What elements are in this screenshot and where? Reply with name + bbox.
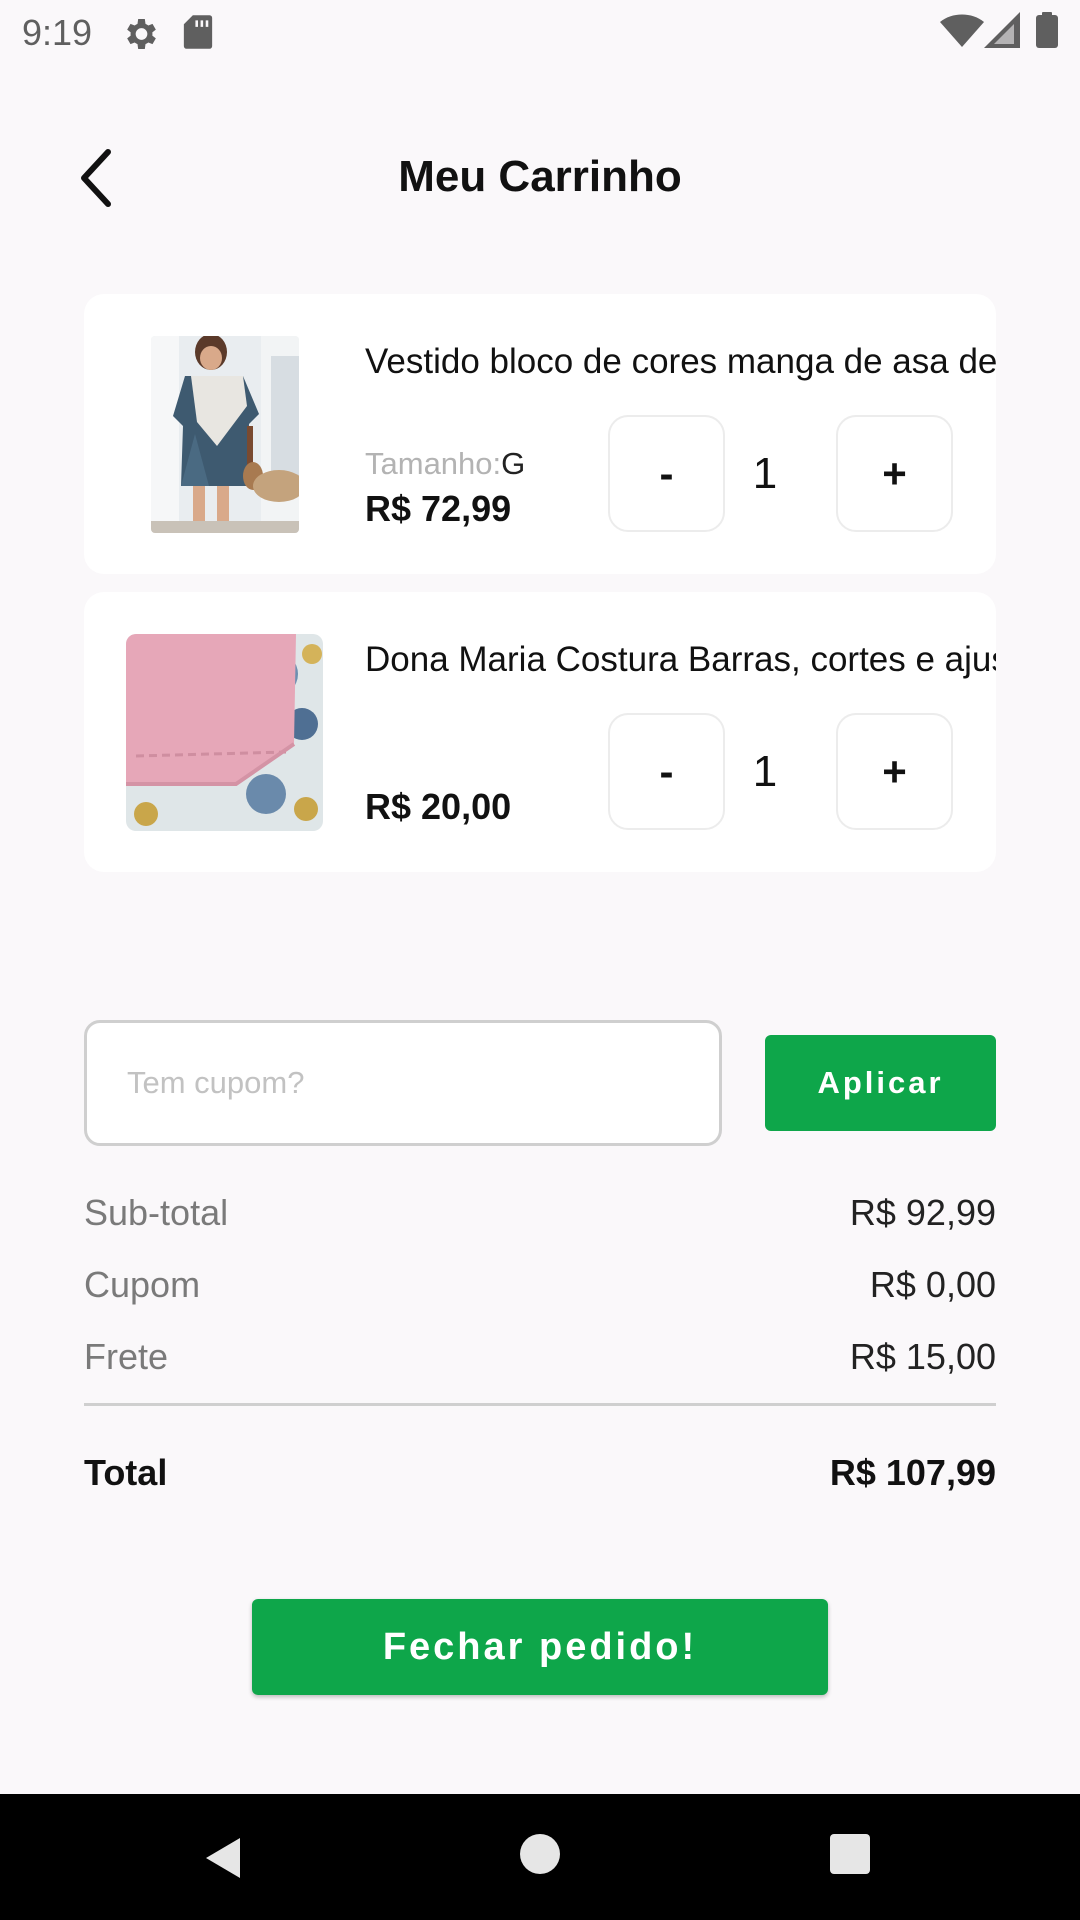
subtotal-label: Sub-total	[84, 1192, 229, 1233]
quantity-increase-button[interactable]: +	[836, 713, 953, 830]
status-bar: 9:19	[0, 0, 1080, 64]
battery-icon	[1036, 12, 1058, 48]
product-name[interactable]: Vestido bloco de cores manga de asa de m…	[365, 342, 996, 382]
coupon-value: R$ 0,00	[869, 1264, 996, 1305]
quantity-decrease-button[interactable]: -	[608, 415, 725, 532]
total-row: Total R$ 107,99	[84, 1452, 996, 1502]
navigation-bar	[0, 1794, 1080, 1920]
cart-screen: 9:19 Meu Carrinho Vestido bloco de cores…	[0, 0, 1080, 1920]
cell-signal-icon	[984, 12, 1020, 48]
subtotal-value: R$ 92,99	[849, 1192, 996, 1233]
shipping-label: Frete	[84, 1336, 169, 1377]
shipping-row: Frete R$ 15,00	[84, 1336, 996, 1386]
quantity-value: 1	[752, 746, 778, 796]
cart-item: Vestido bloco de cores manga de asa de m…	[84, 294, 996, 574]
total-value: R$ 107,99	[829, 1452, 996, 1493]
dress-photo-icon	[151, 336, 299, 533]
coupon-row: Cupom R$ 0,00	[84, 1264, 996, 1314]
cart-item: Dona Maria Costura Barras, cortes e ajus…	[84, 592, 996, 872]
quantity-decrease-button[interactable]: -	[608, 713, 725, 830]
product-price: R$ 72,99	[365, 488, 512, 529]
apply-coupon-button[interactable]: Aplicar	[765, 1035, 996, 1131]
size-value: G	[501, 446, 526, 481]
coupon-label: Cupom	[84, 1264, 201, 1305]
total-label: Total	[84, 1452, 168, 1493]
summary-divider	[84, 1403, 996, 1406]
status-time: 9:19	[22, 12, 93, 53]
nav-home-icon[interactable]	[518, 1832, 562, 1876]
nav-back-icon[interactable]	[200, 1834, 248, 1882]
product-price: R$ 20,00	[365, 786, 512, 827]
quantity-increase-button[interactable]: +	[836, 415, 953, 532]
shipping-value: R$ 15,00	[849, 1336, 996, 1377]
product-image-dress[interactable]	[151, 336, 299, 533]
coupon-input[interactable]	[84, 1020, 722, 1146]
sd-card-icon	[183, 15, 213, 49]
quantity-value: 1	[752, 448, 778, 498]
nav-recents-icon[interactable]	[830, 1834, 870, 1874]
size-label: Tamanho:	[365, 446, 502, 481]
product-image-fabric[interactable]	[126, 634, 323, 831]
subtotal-row: Sub-total R$ 92,99	[84, 1192, 996, 1242]
product-size: Tamanho:G	[365, 446, 525, 482]
settings-gear-icon	[127, 19, 156, 49]
page-title: Meu Carrinho	[398, 152, 682, 201]
fabric-photo-icon	[126, 634, 323, 831]
checkout-button[interactable]: Fechar pedido!	[252, 1599, 828, 1695]
wifi-icon	[940, 14, 984, 47]
product-name[interactable]: Dona Maria Costura Barras, cortes e ajus…	[365, 640, 996, 680]
